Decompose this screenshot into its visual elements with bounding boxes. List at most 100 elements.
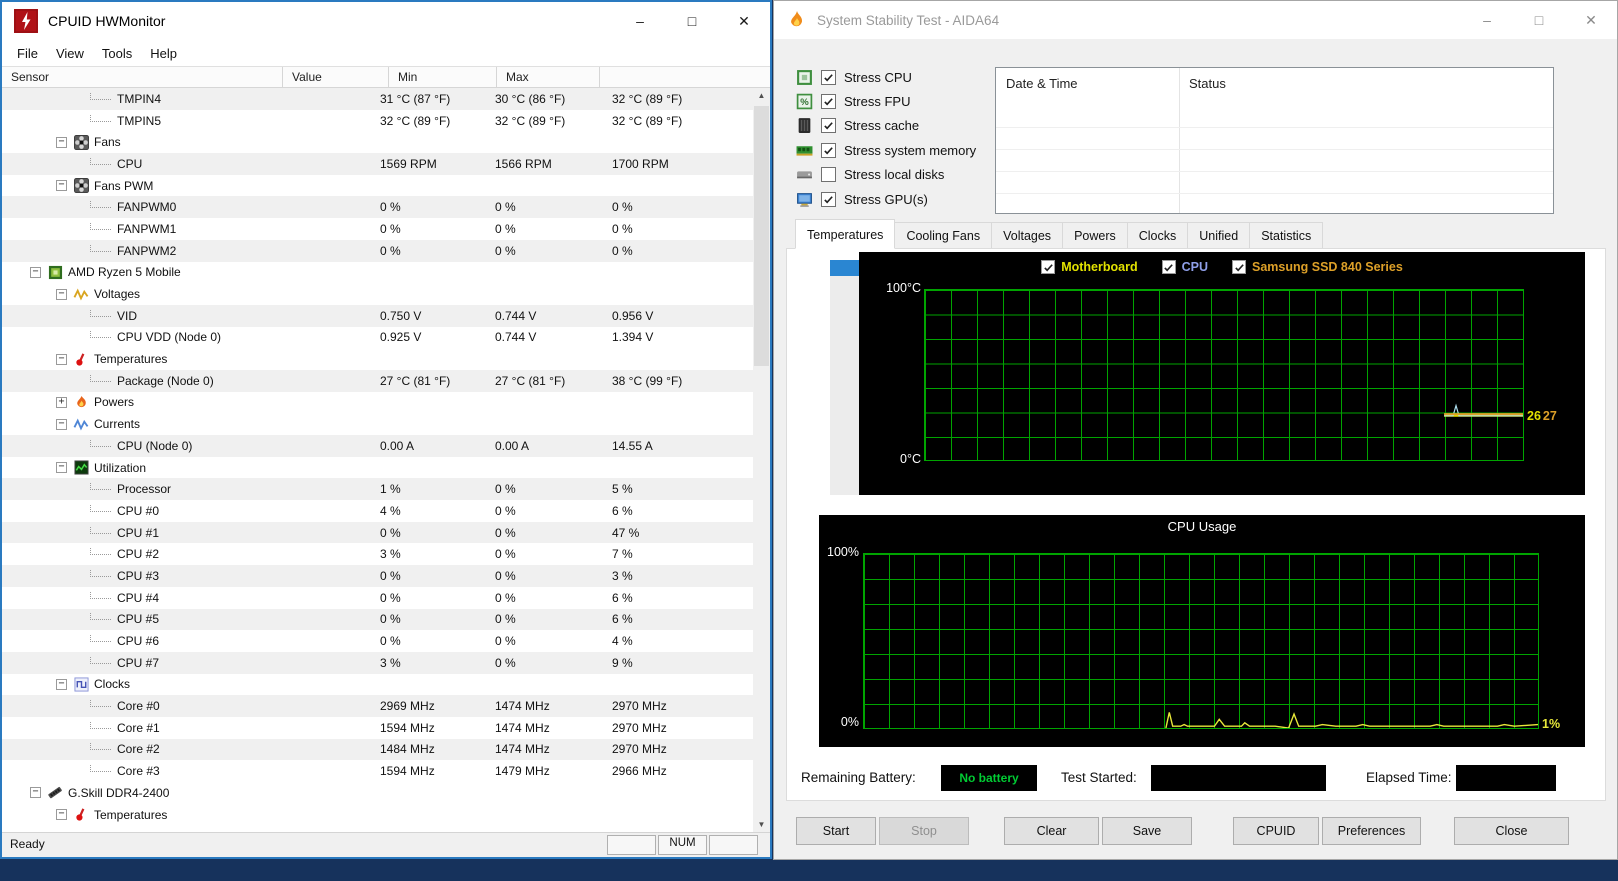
chart-scrollbar[interactable] [830,260,859,495]
close-button[interactable]: Close [1454,817,1569,845]
tree-group-row[interactable]: −Temperatures [2,348,753,370]
min-cell: 0 % [486,482,603,496]
tree-leaf-row[interactable]: Core #31594 MHz1479 MHz2966 MHz [2,760,753,782]
close-icon[interactable]: ✕ [718,13,770,30]
expand-toggle[interactable]: − [56,289,67,300]
tree-leaf-row[interactable]: FANPWM10 %0 %0 % [2,218,753,240]
preferences-button[interactable]: Preferences [1322,817,1421,845]
tree-leaf-row[interactable]: CPU #73 %0 %9 % [2,652,753,674]
tree-leaf-row[interactable]: CPU VDD (Node 0)0.925 V0.744 V1.394 V [2,327,753,349]
checkbox-checked[interactable] [821,94,836,109]
chart-scrollbar-thumb[interactable] [830,260,859,276]
tab-temperatures[interactable]: Temperatures [795,219,895,249]
tree-leaf-row[interactable]: Processor1 %0 %5 % [2,478,753,500]
hwmonitor-titlebar[interactable]: CPUID HWMonitor – □ ✕ [2,2,770,40]
tree-leaf-row[interactable]: Core #11594 MHz1474 MHz2970 MHz [2,717,753,739]
tree-group-row[interactable]: −AMD Ryzen 5 Mobile [2,262,753,284]
close-icon[interactable]: ✕ [1565,12,1617,29]
tree-leaf-row[interactable]: CPU #30 %0 %3 % [2,565,753,587]
minimize-icon[interactable]: – [1461,12,1513,28]
tree-leaf-row[interactable]: VID0.750 V0.744 V0.956 V [2,305,753,327]
tab-cooling-fans[interactable]: Cooling Fans [895,222,992,249]
tree-leaf-row[interactable]: TMPIN532 °C (89 °F)32 °C (89 °F)32 °C (8… [2,110,753,132]
tree-leaf-row[interactable]: CPU #10 %0 %47 % [2,522,753,544]
tree-group-row[interactable]: +Powers [2,392,753,414]
column-header-min[interactable]: Min [389,67,497,87]
log-row-divider [996,193,1553,194]
checkbox-unchecked[interactable] [821,167,836,182]
tab-voltages[interactable]: Voltages [992,222,1063,249]
expand-toggle[interactable]: − [56,137,67,148]
tree-leaf-row[interactable]: FANPWM20 %0 %0 % [2,240,753,262]
expand-toggle[interactable]: − [56,809,67,820]
expand-toggle[interactable]: − [30,267,41,278]
save-button[interactable]: Save [1102,817,1192,845]
clear-button[interactable]: Clear [1004,817,1099,845]
tree-leaf-row[interactable]: CPU #60 %0 %4 % [2,630,753,652]
checkbox-checked[interactable] [821,192,836,207]
expand-toggle[interactable]: − [56,679,67,690]
value-cell: 4 % [371,504,486,518]
start-button[interactable]: Start [796,817,876,845]
tree-group-row[interactable]: −Utilization [2,457,753,479]
menu-help[interactable]: Help [141,42,186,65]
expand-toggle[interactable]: − [56,354,67,365]
tree-group-row[interactable]: −Clocks [2,674,753,696]
power-icon [73,394,89,410]
max-cell: 5 % [603,482,753,496]
minimize-icon[interactable]: – [614,13,666,29]
tree-leaf-row[interactable]: Core #21484 MHz1474 MHz2970 MHz [2,739,753,761]
checkbox-checked[interactable] [1232,260,1246,274]
checkbox-checked[interactable] [821,70,836,85]
maximize-icon[interactable]: □ [666,13,718,29]
sensor-label: Core #2 [117,742,160,756]
cpuid-button[interactable]: CPUID [1233,817,1319,845]
menu-file[interactable]: File [8,42,47,65]
expand-toggle[interactable]: − [56,180,67,191]
menu-tools[interactable]: Tools [93,42,141,65]
column-header-max[interactable]: Max [497,67,600,87]
test-log-list[interactable]: Date & Time Status [995,67,1554,214]
scroll-up-icon[interactable]: ▲ [753,88,770,104]
tree-group-row[interactable]: −Fans [2,131,753,153]
tree-leaf-row[interactable]: CPU1569 RPM1566 RPM1700 RPM [2,153,753,175]
expand-toggle[interactable]: − [30,787,41,798]
tree-group-row[interactable]: −Temperatures [2,804,753,826]
aida64-titlebar[interactable]: System Stability Test - AIDA64 – □ ✕ [774,1,1617,39]
stress-option-row: Stress CPU [796,65,976,89]
column-header-value[interactable]: Value [283,67,389,87]
vertical-scrollbar[interactable]: ▲ ▼ [753,88,770,833]
menu-view[interactable]: View [47,42,93,65]
checkbox-checked[interactable] [1041,260,1055,274]
scrollbar-thumb[interactable] [754,106,769,366]
legend-item-motherboard: Motherboard [1041,260,1137,274]
tree-leaf-row[interactable]: Core #02969 MHz1474 MHz2970 MHz [2,695,753,717]
tree-group-row[interactable]: −Fans PWM [2,175,753,197]
expand-toggle[interactable]: − [56,462,67,473]
checkbox-checked[interactable] [821,143,836,158]
tree-leaf-row[interactable]: CPU (Node 0)0.00 A0.00 A14.55 A [2,435,753,457]
scroll-down-icon[interactable]: ▼ [753,817,770,833]
tab-powers[interactable]: Powers [1063,222,1128,249]
tree-group-row[interactable]: −Currents [2,413,753,435]
checkbox-checked[interactable] [821,118,836,133]
maximize-icon[interactable]: □ [1513,12,1565,28]
sensor-cell: CPU #0 [2,504,371,518]
tree-leaf-row[interactable]: FANPWM00 %0 %0 % [2,196,753,218]
tree-leaf-row[interactable]: CPU #04 %0 %6 % [2,500,753,522]
column-header-sensor[interactable]: Sensor [2,67,283,87]
tree-leaf-row[interactable]: TMPIN431 °C (87 °F)30 °C (86 °F)32 °C (8… [2,88,753,110]
max-cell: 32 °C (89 °F) [603,92,753,106]
tree-group-row[interactable]: −G.Skill DDR4-2400 [2,782,753,804]
tree-leaf-row[interactable]: CPU #23 %0 %7 % [2,543,753,565]
expand-toggle[interactable]: − [56,419,67,430]
tab-clocks[interactable]: Clocks [1128,222,1189,249]
tab-statistics[interactable]: Statistics [1250,222,1323,249]
checkbox-checked[interactable] [1162,260,1176,274]
tree-group-row[interactable]: −Voltages [2,283,753,305]
tab-unified[interactable]: Unified [1188,222,1250,249]
tree-leaf-row[interactable]: Package (Node 0)27 °C (81 °F)27 °C (81 °… [2,370,753,392]
tree-leaf-row[interactable]: CPU #50 %0 %6 % [2,609,753,631]
tree-leaf-row[interactable]: CPU #40 %0 %6 % [2,587,753,609]
expand-toggle[interactable]: + [56,397,67,408]
